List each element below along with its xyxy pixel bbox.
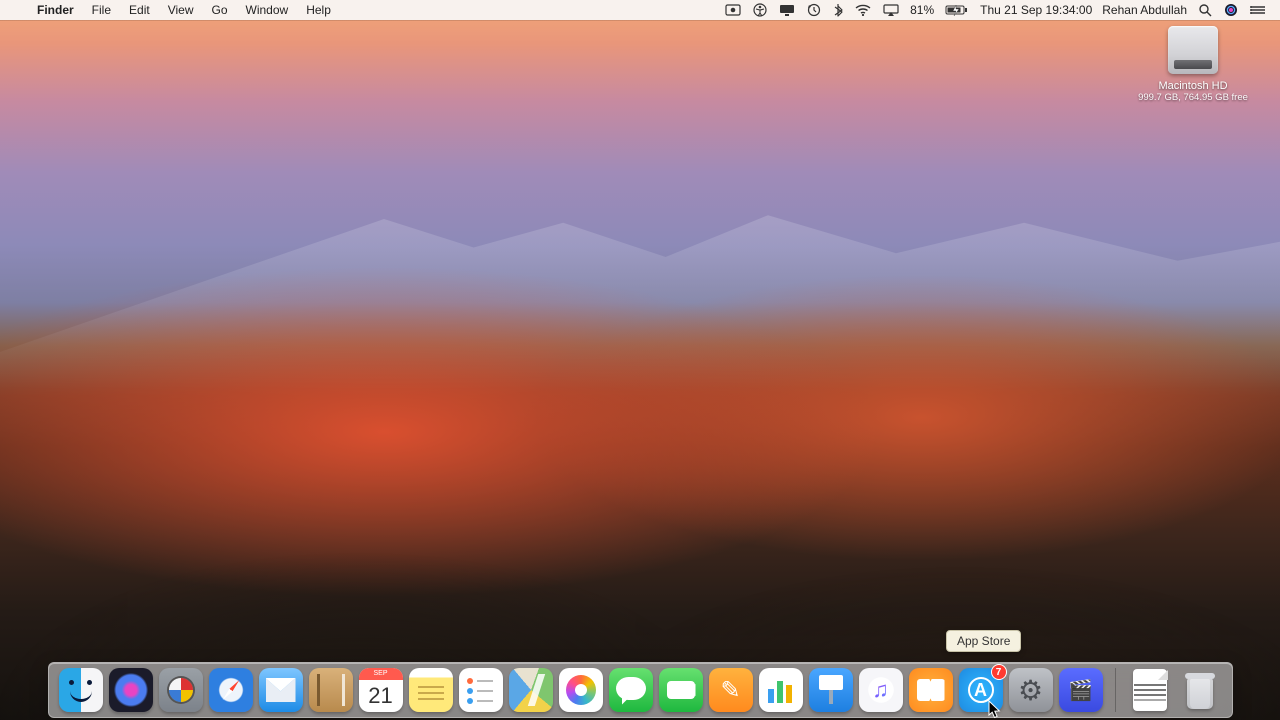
menubar-right: 81% Thu 21 Sep 19:34:00 Rehan Abdullah (719, 0, 1272, 20)
calendar-month: SEP (359, 668, 403, 680)
desktop[interactable]: Finder File Edit View Go Window Help (0, 0, 1280, 720)
apple-menu[interactable] (10, 0, 28, 20)
dock-messages[interactable] (609, 668, 653, 712)
dock-maps[interactable] (509, 668, 553, 712)
dock-system-preferences[interactable] (1009, 668, 1053, 712)
display-icon[interactable] (773, 0, 801, 20)
airplay-icon[interactable] (877, 0, 905, 20)
dock-safari[interactable] (209, 668, 253, 712)
menu-go[interactable]: Go (203, 0, 237, 20)
dock-appstore[interactable]: 7 (959, 668, 1003, 712)
clock[interactable]: Thu 21 Sep 19:34:00 (975, 0, 1097, 20)
appstore-badge: 7 (991, 664, 1007, 680)
dock-calendar[interactable]: SEP 21 (359, 668, 403, 712)
dock-reminders[interactable] (459, 668, 503, 712)
battery-percent[interactable]: 81% (905, 0, 939, 20)
drive-name: Macintosh HD (1158, 80, 1227, 92)
spotlight-icon[interactable] (1192, 0, 1218, 20)
screenrec-icon[interactable] (719, 0, 747, 20)
dock-document[interactable] (1128, 668, 1172, 712)
dock-launchpad[interactable] (159, 668, 203, 712)
desktop-drive[interactable]: Macintosh HD 999.7 GB, 764.95 GB free (1128, 26, 1258, 103)
bluetooth-icon[interactable] (827, 0, 849, 20)
dock-itunes[interactable] (859, 668, 903, 712)
menu-help[interactable]: Help (297, 0, 340, 20)
menu-view[interactable]: View (159, 0, 203, 20)
hdd-icon (1168, 26, 1218, 74)
document-icon (1133, 669, 1167, 711)
battery-icon[interactable] (939, 0, 975, 20)
dock-siri[interactable] (109, 668, 153, 712)
dock-other-app[interactable] (1059, 668, 1103, 712)
accessibility-icon[interactable] (747, 0, 773, 20)
app-menu[interactable]: Finder (28, 0, 83, 20)
menu-file[interactable]: File (83, 0, 120, 20)
timemachine-icon[interactable] (801, 0, 827, 20)
dock-photos[interactable] (559, 668, 603, 712)
dock: SEP 21 7 (48, 662, 1233, 718)
dock-notes[interactable] (409, 668, 453, 712)
siri-menu-icon[interactable] (1218, 0, 1244, 20)
menubar: Finder File Edit View Go Window Help (0, 0, 1280, 20)
username[interactable]: Rehan Abdullah (1097, 0, 1192, 20)
wallpaper-snow (0, 200, 1280, 390)
dock-tooltip: App Store (946, 630, 1021, 652)
dock-keynote[interactable] (809, 668, 853, 712)
dock-contacts[interactable] (309, 668, 353, 712)
drive-detail: 999.7 GB, 764.95 GB free (1138, 92, 1248, 103)
dock-pages[interactable] (709, 668, 753, 712)
dock-trash[interactable] (1178, 668, 1222, 712)
wifi-icon[interactable] (849, 0, 877, 20)
dock-finder[interactable] (59, 668, 103, 712)
dock-separator (1115, 668, 1116, 712)
dock-mail[interactable] (259, 668, 303, 712)
calendar-day: 21 (368, 680, 392, 712)
notification-center-icon[interactable] (1244, 0, 1272, 20)
menubar-left: Finder File Edit View Go Window Help (10, 0, 340, 20)
menu-window[interactable]: Window (237, 0, 298, 20)
dock-container: SEP 21 7 (0, 662, 1280, 718)
dock-facetime[interactable] (659, 668, 703, 712)
menu-edit[interactable]: Edit (120, 0, 159, 20)
dock-ibooks[interactable] (909, 668, 953, 712)
dock-numbers[interactable] (759, 668, 803, 712)
